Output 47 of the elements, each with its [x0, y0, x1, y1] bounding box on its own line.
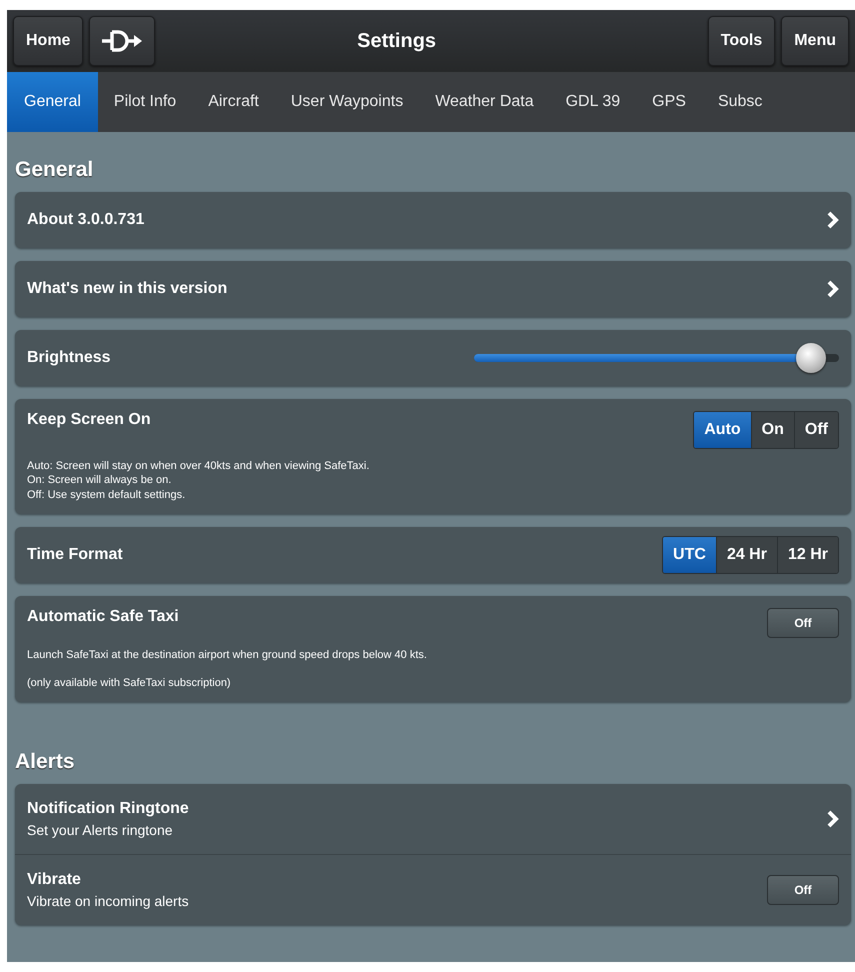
window-title: Settings — [356, 30, 438, 52]
tab[interactable]: User Waypoints — [274, 72, 420, 132]
setting-label: Notification Ringtone — [27, 800, 190, 818]
chevron-icon — [827, 211, 839, 229]
section-heading: Alerts — [15, 750, 76, 774]
setting-label: Keep Screen On — [27, 411, 152, 429]
tab[interactable]: Weather Data — [419, 72, 550, 132]
setting-subtitle: Set your Alerts ringtone — [27, 822, 174, 838]
tab[interactable]: Subsc — [702, 72, 778, 132]
setting-description: Auto: Screen will stay on when over 40kts and when viewing SafeTaxi. — [27, 459, 370, 474]
chevron-icon — [827, 810, 839, 828]
setting-description: Off: Use system default settings. — [27, 488, 186, 502]
setting-description: Launch SafeTaxi at the destination airport when ground speed drops below 40 kts. — [27, 648, 428, 662]
logo-button[interactable] — [89, 16, 156, 66]
setting-label: Vibrate — [27, 871, 82, 890]
toggle-button[interactable]: Off — [767, 875, 839, 906]
toggle-button[interactable]: Off — [767, 608, 839, 638]
logo-icon — [100, 29, 144, 53]
segment-option[interactable]: 24 Hr — [716, 536, 777, 573]
toolbar-button[interactable]: Menu — [781, 16, 849, 66]
setting-label: Automatic Safe Taxi — [27, 608, 180, 626]
segment-option[interactable]: 12 Hr — [776, 536, 838, 573]
chevron-icon — [827, 280, 839, 298]
toolbar-button[interactable]: Tools — [708, 16, 776, 66]
setting-row[interactable]: Notification Ringtone Set your Alerts ringtone — [15, 784, 851, 854]
setting-label: About 3.0.0.731 — [27, 211, 146, 229]
setting-label: Brightness — [27, 349, 112, 367]
brightness-slider[interactable] — [474, 343, 839, 373]
setting-description: On: Screen will always be on. — [27, 473, 172, 488]
setting-row[interactable]: What's new in this version — [15, 261, 851, 317]
setting-description: (only available with SafeTaxi subscription) — [27, 676, 232, 690]
tab[interactable]: General — [7, 72, 98, 132]
setting-label: Time Format — [27, 546, 124, 564]
section-heading: General — [15, 158, 94, 182]
setting-label: What's new in this version — [27, 280, 228, 298]
segment-option[interactable]: Off — [794, 412, 838, 448]
tab[interactable]: GDL 39 — [550, 72, 636, 132]
segment-option[interactable]: UTC — [663, 536, 716, 573]
setting-subtitle: Vibrate on incoming alerts — [27, 893, 190, 910]
slider-thumb[interactable] — [796, 343, 826, 373]
home-button[interactable]: Home — [13, 16, 84, 66]
segment-option[interactable]: On — [750, 412, 794, 448]
setting-row[interactable]: About 3.0.0.731 — [15, 192, 851, 248]
tab[interactable]: Pilot Info — [98, 72, 192, 132]
tab[interactable]: Aircraft — [192, 72, 275, 132]
segment-option[interactable]: Auto — [694, 412, 751, 448]
tab[interactable]: GPS — [636, 72, 702, 132]
